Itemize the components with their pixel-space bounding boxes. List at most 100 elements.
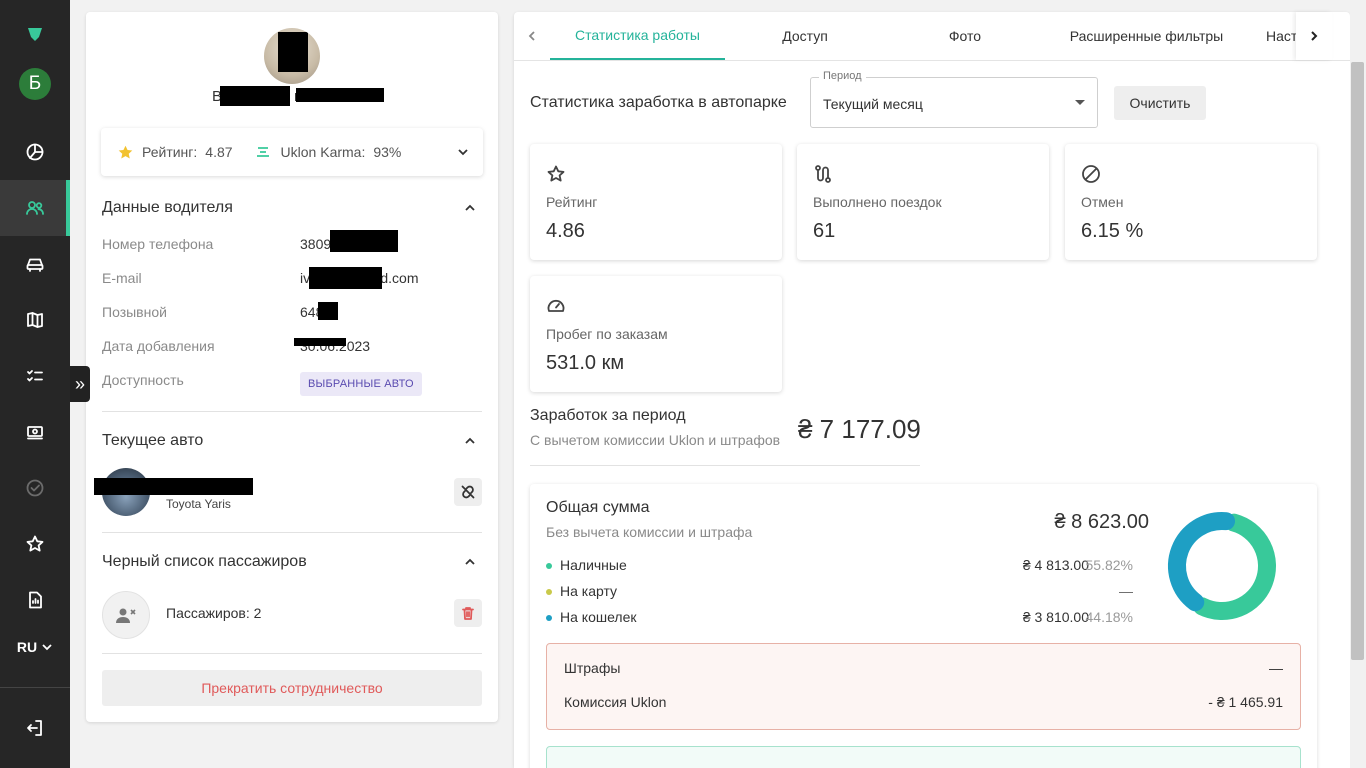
- tabs-prev-button[interactable]: [514, 12, 550, 60]
- kpi-label: Рейтинг: [546, 194, 598, 210]
- logo-icon[interactable]: [0, 6, 70, 62]
- divider: [102, 411, 482, 412]
- sidebar-item-drivers[interactable]: [0, 180, 70, 236]
- donut-segment-cash: [1193, 513, 1276, 620]
- phone-label: Номер телефона: [102, 236, 214, 252]
- kpi-value: 531.0 км: [546, 352, 625, 374]
- dashboard-icon[interactable]: [0, 124, 70, 180]
- earnings-title: Заработок за период: [530, 407, 686, 424]
- row-amount: ₴ 4 813.00: [1022, 557, 1089, 573]
- divider: [102, 653, 482, 654]
- legend-dot: [546, 589, 552, 595]
- terminate-cooperation-button[interactable]: Прекратить сотрудничество: [102, 670, 482, 706]
- payment-row-cash: Наличные ₴ 4 813.00 55.82%: [546, 556, 1133, 576]
- kpi-rating: Рейтинг 4.86: [530, 144, 782, 260]
- chevron-left-icon: [528, 31, 535, 41]
- statistics-title: Статистика заработка в автопарке: [530, 94, 787, 111]
- report-icon[interactable]: [0, 572, 70, 628]
- divider: [530, 465, 920, 466]
- row-percent: 55.82%: [1085, 557, 1133, 573]
- driver-profile-card: Вв Рейтинг: 4.87 Uklon Karma: 93% Данные…: [86, 12, 498, 722]
- driver-photo: [264, 28, 320, 84]
- clear-button[interactable]: Очистить: [1114, 86, 1206, 120]
- earnings-total: ₴ 7 177.09: [798, 414, 921, 444]
- callsign-label: Позывной: [102, 304, 167, 320]
- scrollbar-thumb[interactable]: [1351, 62, 1364, 660]
- star-filled-icon: [118, 145, 133, 158]
- chevron-up-icon[interactable]: [464, 556, 476, 568]
- car-icon[interactable]: [0, 236, 70, 292]
- fines-label: Штрафы: [564, 660, 621, 676]
- legend-dot: [546, 563, 552, 569]
- kpi-cancellations: Отмен 6.15 %: [1065, 144, 1317, 260]
- tab-advanced-filters[interactable]: Расширенные фильтры: [1045, 12, 1248, 60]
- sidebar: Б RU: [0, 0, 70, 768]
- period-label: Период: [819, 70, 866, 82]
- kpi-label: Отмен: [1081, 194, 1124, 210]
- kpi-mileage: Пробег по заказам 531.0 км: [530, 276, 782, 392]
- statistics-card: Статистика работы Доступ Фото Расширенны…: [514, 12, 1350, 768]
- kpi-value: 61: [813, 220, 836, 242]
- payment-row-card: На карту —: [546, 582, 1133, 602]
- language-label: RU: [16, 639, 38, 655]
- payment-donut-chart: [1168, 512, 1276, 620]
- car-model: Toyota Yaris: [166, 497, 231, 511]
- sidebar-divider: [0, 687, 70, 688]
- period-select[interactable]: Период Текущий месяц: [810, 70, 1098, 128]
- kpi-trips: Выполнено поездок 61: [797, 144, 1049, 260]
- summary-subtitle: Без вычета комиссии и штрафа: [546, 524, 753, 540]
- unlink-icon: [461, 485, 475, 499]
- legend-dot: [546, 615, 552, 621]
- blacklist-title: Черный список пассажиров: [102, 553, 307, 570]
- email-label: E-mail: [102, 270, 142, 286]
- rating-summary[interactable]: Рейтинг: 4.87 Uklon Karma: 93%: [101, 128, 483, 176]
- chevron-down-icon[interactable]: [457, 146, 469, 158]
- delete-blacklist-button[interactable]: [454, 599, 482, 627]
- passenger-block-icon: [102, 591, 150, 639]
- trash-icon: [462, 607, 474, 620]
- logout-icon[interactable]: [0, 700, 70, 756]
- summary-total: ₴ 8 623.00: [1054, 511, 1149, 533]
- divider: [102, 532, 482, 533]
- chevron-up-icon[interactable]: [464, 435, 476, 447]
- unlink-car-button[interactable]: [454, 478, 482, 506]
- star-icon[interactable]: [0, 516, 70, 572]
- date-added-label: Дата добавления: [102, 338, 215, 354]
- avatar[interactable]: Б: [19, 68, 51, 100]
- tab-statistics[interactable]: Статистика работы: [550, 12, 725, 60]
- tasks-icon[interactable]: [0, 348, 70, 404]
- tab-access[interactable]: Доступ: [725, 12, 885, 60]
- karma-value: 93%: [373, 144, 402, 160]
- karma-label: Uklon Karma:: [280, 144, 366, 160]
- rating-label: Рейтинг:: [142, 144, 198, 160]
- availability-badge: ВЫБРАННЫЕ АВТО: [300, 372, 422, 396]
- chevron-down-icon: [42, 644, 52, 651]
- kpi-value: 4.86: [546, 220, 585, 242]
- commission-label: Комиссия Uklon: [564, 694, 667, 710]
- route-icon: [815, 165, 831, 183]
- tab-photo[interactable]: Фото: [885, 12, 1045, 60]
- language-selector[interactable]: RU: [0, 636, 70, 658]
- karma-icon: [256, 147, 269, 157]
- tab-settings[interactable]: Настройки: [1266, 12, 1296, 60]
- availability-label: Доступность: [102, 372, 184, 388]
- row-label: На кошелек: [560, 609, 637, 625]
- period-value: Текущий месяц: [823, 96, 923, 112]
- tabs-next-button[interactable]: [1296, 12, 1332, 60]
- drivers-icon: [26, 201, 44, 215]
- payments-icon[interactable]: [0, 404, 70, 460]
- row-label: Наличные: [560, 557, 627, 573]
- total-summary-card: Общая сумма Без вычета комиссии и штрафа…: [530, 484, 1317, 768]
- map-icon[interactable]: [0, 292, 70, 348]
- cancel-icon: [1082, 165, 1100, 183]
- chevron-up-icon[interactable]: [464, 202, 476, 214]
- expand-sidebar-button[interactable]: »: [70, 366, 90, 402]
- blacklist-count: Пассажиров: 2: [166, 605, 262, 621]
- rating-value: 4.87: [205, 144, 233, 160]
- kpi-label: Пробег по заказам: [546, 326, 668, 342]
- fines-value: —: [1269, 660, 1283, 676]
- row-value: —: [1119, 583, 1133, 599]
- page-scrollbar[interactable]: [1350, 0, 1366, 768]
- donut-segment-wallet: [1168, 512, 1236, 612]
- verified-icon[interactable]: [0, 460, 70, 516]
